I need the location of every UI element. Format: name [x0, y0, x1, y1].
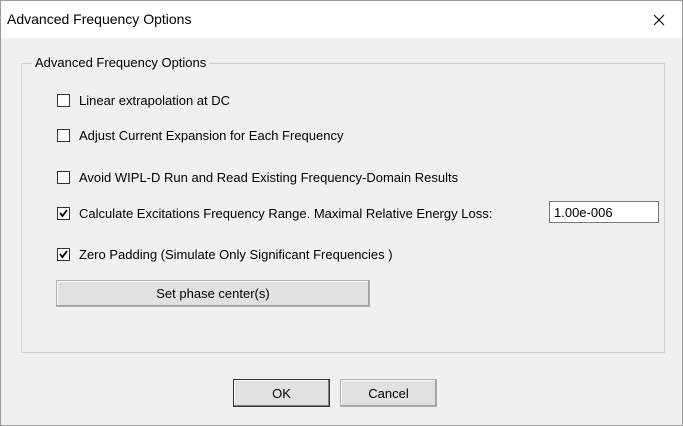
- adjust-current-expansion-checkbox[interactable]: [57, 128, 70, 142]
- option-label: Zero Padding (Simulate Only Significant …: [79, 246, 393, 262]
- checkmark-icon: [59, 249, 68, 258]
- option-label: Avoid WIPL-D Run and Read Existing Frequ…: [79, 169, 459, 185]
- title-bar[interactable]: Advanced Frequency Options: [1, 1, 682, 38]
- checkmark-icon: [59, 208, 68, 217]
- cancel-button[interactable]: Cancel: [340, 379, 437, 407]
- ok-button[interactable]: OK: [233, 379, 330, 407]
- calculate-excitations-checkbox[interactable]: [57, 206, 70, 220]
- linear-extrapolation-checkbox[interactable]: [57, 93, 70, 107]
- option-linear-extrapolation[interactable]: Linear extrapolation at DC: [57, 92, 230, 108]
- option-avoid-wipld-run[interactable]: Avoid WIPL-D Run and Read Existing Frequ…: [57, 169, 458, 185]
- close-button[interactable]: [636, 1, 682, 38]
- dialog-window: Advanced Frequency Options Advanced Freq…: [0, 0, 683, 426]
- groupbox-legend: Advanced Frequency Options: [32, 55, 210, 70]
- option-adjust-current-expansion[interactable]: Adjust Current Expansion for Each Freque…: [57, 127, 343, 143]
- close-icon: [653, 14, 665, 26]
- zero-padding-checkbox[interactable]: [57, 247, 70, 261]
- avoid-wipld-run-checkbox[interactable]: [57, 170, 70, 184]
- option-calculate-excitations[interactable]: Calculate Excitations Frequency Range. M…: [57, 205, 492, 221]
- option-label: Adjust Current Expansion for Each Freque…: [79, 127, 344, 143]
- set-phase-center-button[interactable]: Set phase center(s): [56, 280, 370, 307]
- option-zero-padding[interactable]: Zero Padding (Simulate Only Significant …: [57, 246, 393, 262]
- option-label: Linear extrapolation at DC: [79, 92, 231, 108]
- option-label: Calculate Excitations Frequency Range. M…: [79, 205, 493, 221]
- energy-loss-input[interactable]: [549, 201, 659, 223]
- window-title: Advanced Frequency Options: [7, 11, 192, 27]
